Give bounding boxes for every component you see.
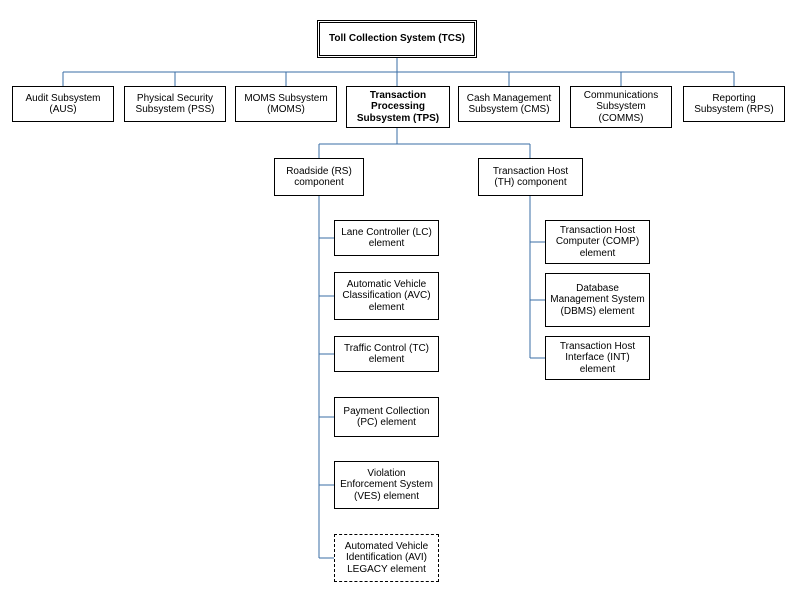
node-rps: Reporting Subsystem (RPS): [683, 86, 785, 122]
node-pc: Payment Collection (PC) element: [334, 397, 439, 437]
node-moms: MOMS Subsystem (MOMS): [235, 86, 337, 122]
node-avi-legacy: Automated Vehicle Identification (AVI) L…: [334, 534, 439, 582]
node-tps: Transaction Processing Subsystem (TPS): [346, 86, 450, 128]
node-pss: Physical Security Subsystem (PSS): [124, 86, 226, 122]
node-ves: Violation Enforcement System (VES) eleme…: [334, 461, 439, 509]
node-lc: Lane Controller (LC) element: [334, 220, 439, 256]
node-int: Transaction Host Interface (INT) element: [545, 336, 650, 380]
node-comms: Communications Subsystem (COMMS): [570, 86, 672, 128]
org-chart: Toll Collection System (TCS) Audit Subsy…: [0, 0, 794, 596]
node-rs: Roadside (RS) component: [274, 158, 364, 196]
node-dbms: Database Management System (DBMS) elemen…: [545, 273, 650, 327]
node-aus: Audit Subsystem (AUS): [12, 86, 114, 122]
node-th: Transaction Host (TH) component: [478, 158, 583, 196]
node-comp: Transaction Host Computer (COMP) element: [545, 220, 650, 264]
node-cms: Cash Management Subsystem (CMS): [458, 86, 560, 122]
node-avc: Automatic Vehicle Classification (AVC) e…: [334, 272, 439, 320]
node-tc: Traffic Control (TC) element: [334, 336, 439, 372]
node-root: Toll Collection System (TCS): [317, 20, 477, 58]
